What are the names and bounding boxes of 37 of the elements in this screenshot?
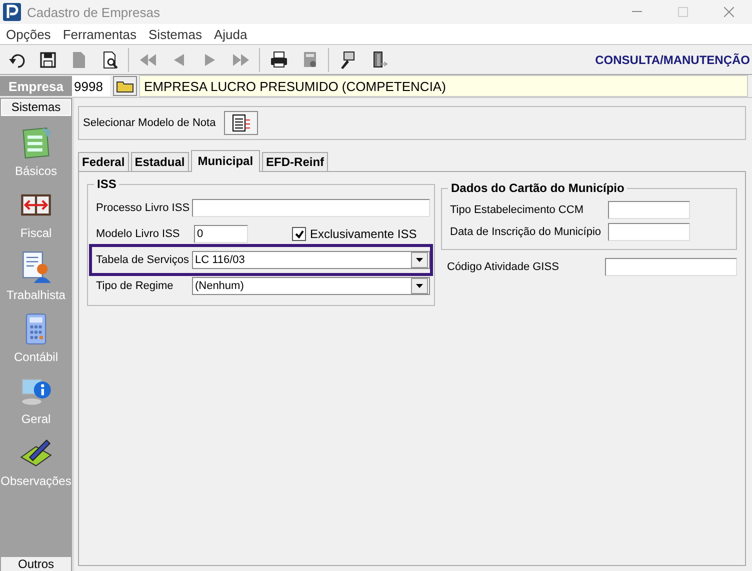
tab[interactable]: Federal (78, 152, 129, 171)
field-label: Tipo Estabelecimento CCM (450, 204, 584, 216)
menu-item[interactable]: Ferramentas (56, 26, 143, 42)
field-label: Tipo de Regime (96, 280, 174, 292)
group-title: Dados do Cartão do Município (448, 181, 628, 195)
window-title: Cadastro de Empresas (27, 4, 161, 20)
tab[interactable]: Municipal (190, 150, 260, 172)
menu-item[interactable]: Opções (0, 26, 57, 42)
field-label: Processo Livro ISS (96, 202, 191, 214)
input-field[interactable] (605, 258, 737, 276)
select-model-button[interactable] (224, 111, 258, 135)
company-name-field: EMPRESA LUCRO PRESUMIDO (COMPETENCIA) (139, 75, 748, 97)
tab[interactable]: Estadual (130, 152, 189, 171)
checkbox-label: Exclusivamente ISS (310, 227, 417, 241)
input-field[interactable] (608, 223, 690, 241)
input-field[interactable] (192, 199, 430, 217)
checkbox[interactable] (292, 227, 306, 241)
field-label: Código Atividade GISS (447, 261, 560, 273)
company-code-field[interactable]: 9998 (72, 76, 110, 96)
input-field[interactable]: 0 (194, 225, 248, 243)
group-title: ISS (94, 177, 120, 191)
mode-label: CONSULTA/MANUTENÇÃO (595, 52, 750, 66)
sidebar-header[interactable]: Sistemas (1, 99, 71, 116)
menu-item[interactable]: Sistemas (142, 26, 208, 42)
field-label: Data de Inscrição do Município (450, 226, 602, 238)
dropdown[interactable]: LC 116/03 (192, 251, 430, 269)
model-label: Selecionar Modelo de Nota (83, 117, 216, 129)
menu-item[interactable]: Ajuda (208, 26, 254, 42)
document-list-icon[interactable] (230, 114, 251, 132)
field-label: Modelo Livro ISS (96, 228, 181, 240)
input-field[interactable] (608, 201, 690, 219)
sidebar-footer[interactable]: Outros (1, 557, 71, 571)
tab[interactable]: EFD-Reinf (262, 152, 328, 171)
company-label: Empresa (0, 76, 72, 96)
field-label: Tabela de Serviços (96, 254, 190, 266)
dropdown[interactable]: (Nenhum) (192, 277, 430, 295)
app-logo-icon (3, 3, 21, 21)
